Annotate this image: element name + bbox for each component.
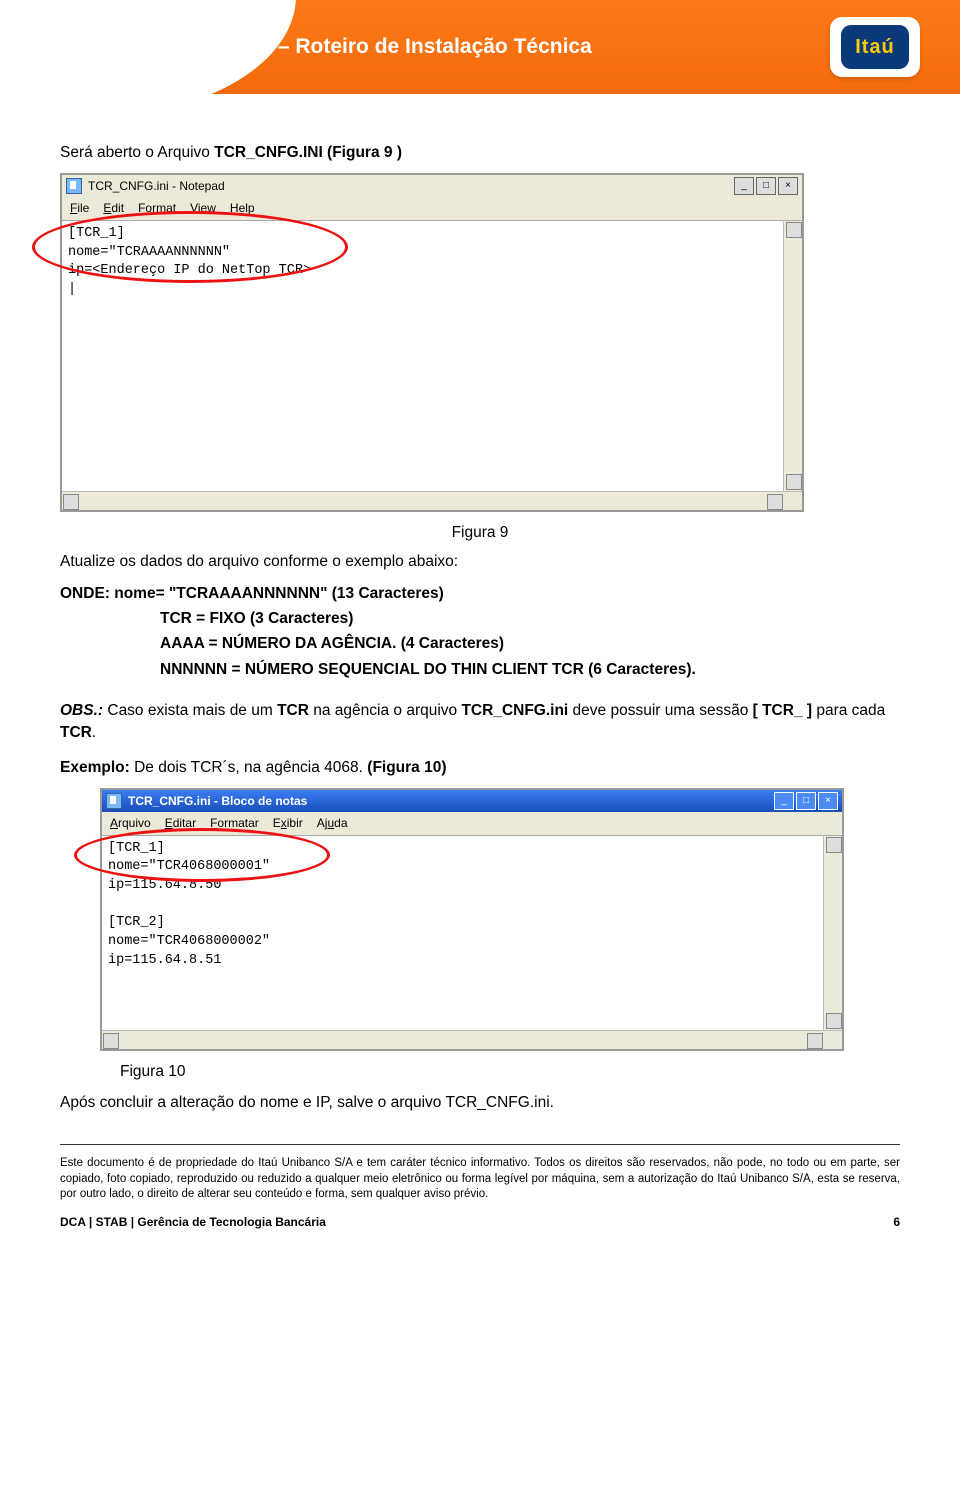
menu-edit-rest: dit (111, 201, 124, 215)
disclaimer-text: Este documento é de propriedade do Itaú … (60, 1156, 900, 1203)
menu-editar[interactable]: Editar (165, 815, 196, 832)
menu-format-rest: rmat (152, 201, 176, 215)
figure10-label: Figura 10 (120, 1061, 900, 1082)
notepad1-scrollbar-vertical[interactable] (783, 221, 802, 491)
obs-t2: na agência o arquivo (309, 702, 462, 719)
obs-t4: para cada (812, 702, 885, 719)
footer-left: DCA | STAB | Gerência de Tecnologia Banc… (60, 1214, 326, 1231)
notepad2-menubar: Arquivo Editar Formatar Exibir Ajuda (102, 812, 842, 836)
notepad2-titlebar: TCR_CNFG.ini - Bloco de notas _ □ × (102, 790, 842, 812)
page-header: RIT – Roteiro de Instalação Técnica Itaú (0, 0, 960, 94)
example-prefix: Exemplo: (60, 759, 130, 776)
brand-logo-text: Itaú (841, 25, 909, 69)
menu-view[interactable]: View (190, 200, 216, 217)
notepad1-scrollbar-horizontal[interactable] (62, 491, 802, 510)
menu-file[interactable]: File (70, 200, 89, 217)
notepad1-menubar: File Edit Format View Help (62, 197, 802, 221)
close-button[interactable]: × (818, 792, 838, 810)
obs-t5: . (92, 724, 96, 741)
obs-sess: [ TCR_ ] (753, 702, 812, 719)
menu-format[interactable]: Format (138, 200, 176, 217)
menu-formatar[interactable]: Formatar (210, 815, 259, 832)
notepad2-scrollbar-vertical[interactable] (823, 836, 842, 1030)
example-line: Exemplo: De dois TCR´s, na agência 4068.… (60, 757, 900, 778)
menu-view-rest: iew (198, 201, 216, 215)
notepad1-content[interactable]: [TCR_1] nome="TCRAAAANNNNNN" ip=<Endereç… (62, 221, 783, 491)
maximize-button[interactable]: □ (756, 177, 776, 195)
minimize-button[interactable]: _ (734, 177, 754, 195)
page-number: 6 (893, 1214, 900, 1231)
page-footer: DCA | STAB | Gerência de Tecnologia Banc… (60, 1214, 900, 1251)
notepad2-content[interactable]: [TCR_1] nome="TCR4068000001" ip=115.64.8… (102, 836, 823, 1030)
after-save-instruction: Após concluir a alteração do nome e IP, … (60, 1092, 900, 1113)
menu-edit[interactable]: Edit (103, 200, 124, 217)
intro-text-suffix: (Figura 9 ) (323, 144, 402, 161)
menu-help[interactable]: Help (230, 200, 255, 217)
brand-logo: Itaú (830, 17, 920, 77)
onde-line3: AAAA = NÚMERO DA AGÊNCIA. (4 Caracteres) (60, 633, 900, 654)
intro-filename: TCR_CNFG.INI (214, 144, 323, 161)
menu-exibir[interactable]: Exibir (273, 815, 303, 832)
onde-line4: NNNNNN = NÚMERO SEQUENCIAL DO THIN CLIEN… (60, 659, 900, 680)
obs-tcr2: TCR (60, 724, 92, 741)
example-figref: (Figura 10) (367, 759, 446, 776)
intro-text-prefix: Será aberto o Arquivo (60, 144, 214, 161)
menu-ajuda[interactable]: Ajuda (317, 815, 348, 832)
obs-file: TCR_CNFG.ini (461, 702, 568, 719)
onde-line1: ONDE: nome= "TCRAAAANNNNNN" (13 Caracter… (60, 583, 900, 604)
obs-label: OBS.: (60, 702, 103, 719)
intro-paragraph: Será aberto o Arquivo TCR_CNFG.INI (Figu… (60, 142, 900, 163)
obs-t3: deve possuir uma sessão (568, 702, 752, 719)
close-button[interactable]: × (778, 177, 798, 195)
obs-tcr1: TCR (277, 702, 309, 719)
notepad-window-fig9: TCR_CNFG.ini - Notepad _ □ × File Edit F… (60, 173, 804, 512)
minimize-button[interactable]: _ (774, 792, 794, 810)
obs-t1: Caso exista mais de um (103, 702, 277, 719)
notepad-icon (106, 793, 122, 809)
notepad1-titlebar: TCR_CNFG.ini - Notepad _ □ × (62, 175, 802, 197)
example-text: De dois TCR´s, na agência 4068. (130, 759, 368, 776)
update-instruction: Atualize os dados do arquivo conforme o … (60, 551, 900, 572)
footer-divider (60, 1144, 900, 1145)
notepad1-title: TCR_CNFG.ini - Notepad (88, 178, 225, 195)
notepad-icon (66, 178, 82, 194)
notepad2-title: TCR_CNFG.ini - Bloco de notas (128, 793, 307, 810)
menu-arquivo[interactable]: Arquivo (110, 815, 151, 832)
notepad2-scrollbar-horizontal[interactable] (102, 1030, 842, 1049)
obs-paragraph: OBS.: Caso exista mais de um TCR na agên… (60, 700, 900, 743)
maximize-button[interactable]: □ (796, 792, 816, 810)
menu-help-rest: elp (239, 201, 255, 215)
figure9-label: Figura 9 (60, 522, 900, 543)
menu-file-rest: ile (77, 201, 89, 215)
onde-line2: TCR = FIXO (3 Caracteres) (60, 608, 900, 629)
notepad-window-fig10: TCR_CNFG.ini - Bloco de notas _ □ × Arqu… (100, 788, 844, 1051)
